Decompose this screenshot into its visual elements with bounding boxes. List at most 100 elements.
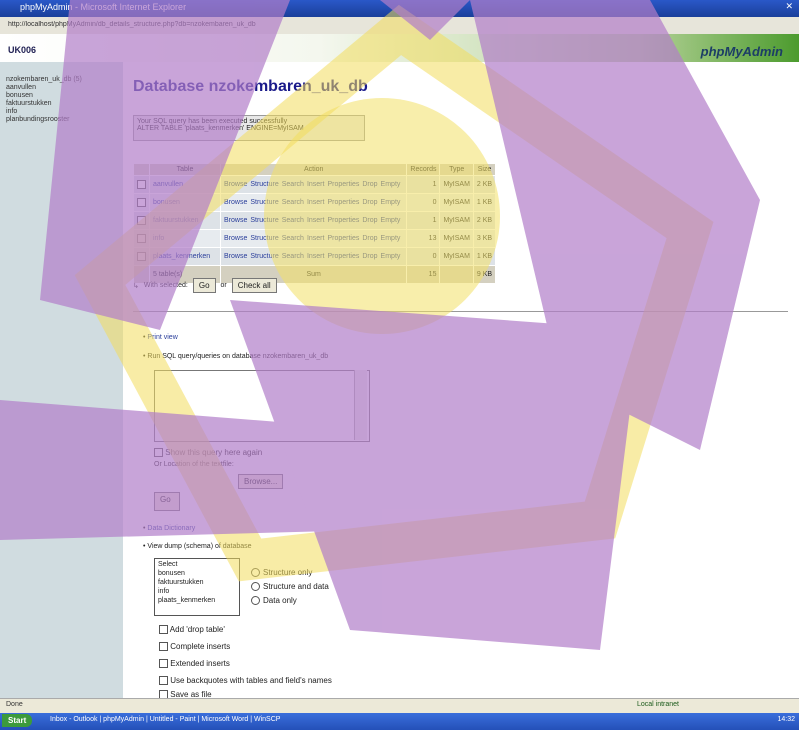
sidebar-item-aanvullen[interactable]: aanvullen — [6, 84, 123, 92]
show-query-option[interactable]: Show this query here again — [154, 448, 262, 458]
arrow-icon: ↳ — [133, 282, 139, 290]
row-checkbox[interactable] — [137, 198, 146, 207]
checkbox[interactable] — [159, 625, 168, 635]
checkbox[interactable] — [159, 659, 168, 669]
taskbar-items[interactable]: Inbox - Outlook | phpMyAdmin | Untitled … — [50, 716, 280, 723]
drop-link[interactable]: Drop — [362, 199, 377, 206]
browse-link[interactable]: Browse — [224, 199, 247, 206]
search-link[interactable]: Search — [282, 199, 304, 206]
row-checkbox[interactable] — [137, 234, 146, 243]
table-name-link[interactable]: bonusen — [149, 193, 221, 212]
sidebar-db-link[interactable]: nzokembaren_uk_db (5) — [6, 76, 123, 84]
structure-link[interactable]: Structure — [250, 199, 278, 206]
table-name-link[interactable]: faktuurstukken — [149, 211, 221, 230]
radio-data-only[interactable] — [251, 596, 260, 606]
export-label: View dump (schema) of database — [147, 543, 252, 550]
radio-structure-data[interactable] — [251, 582, 260, 592]
sidebar-item-bonusen[interactable]: bonusen — [6, 92, 123, 100]
drop-link[interactable]: Drop — [362, 181, 377, 188]
type-cell: MyISAM — [439, 211, 474, 230]
drop-link[interactable]: Drop — [362, 217, 377, 224]
data-dictionary-link[interactable]: Data Dictionary — [147, 525, 195, 532]
empty-link[interactable]: Empty — [381, 199, 401, 206]
empty-link[interactable]: Empty — [381, 235, 401, 242]
insert-link[interactable]: Insert — [307, 235, 325, 242]
select-option[interactable]: faktuurstukken — [158, 578, 236, 587]
export-structure-only[interactable]: Structure only — [251, 568, 313, 578]
sidebar-item-info[interactable]: info — [6, 108, 123, 116]
drop-link[interactable]: Drop — [362, 235, 377, 242]
select-option[interactable]: info — [158, 587, 236, 596]
checkbox[interactable] — [159, 642, 168, 652]
row-checkbox[interactable] — [137, 180, 146, 189]
table-name-link[interactable]: plaats_kenmerken — [149, 247, 221, 266]
status-text: Done — [6, 701, 23, 708]
insert-link[interactable]: Insert — [307, 253, 325, 260]
browse-link[interactable]: Browse — [224, 217, 247, 224]
properties-link[interactable]: Properties — [327, 217, 359, 224]
check-all-button[interactable]: Check all — [231, 278, 277, 293]
browse-link[interactable]: Browse — [224, 235, 247, 242]
sql-query-textarea[interactable] — [154, 370, 370, 442]
insert-link[interactable]: Insert — [307, 181, 325, 188]
browse-button[interactable]: Browse... — [238, 474, 284, 489]
option-backquotes[interactable]: Use backquotes with tables and field's n… — [159, 676, 332, 686]
structure-link[interactable]: Structure — [250, 217, 278, 224]
select-option[interactable]: Select — [158, 560, 236, 569]
drop-link[interactable]: Drop — [362, 253, 377, 260]
search-link[interactable]: Search — [282, 217, 304, 224]
address-bar[interactable]: http://localhost/phpMyAdmin/db_details_s… — [0, 17, 799, 35]
browse-link[interactable]: Browse — [224, 253, 247, 260]
row-checkbox[interactable] — [137, 252, 146, 261]
show-query-checkbox[interactable] — [154, 448, 163, 458]
size-cell: 2 KB — [472, 175, 497, 194]
row-actions: Browse Structure Search Insert Properties Dro… — [219, 211, 408, 230]
row-checkbox[interactable] — [137, 216, 146, 225]
address-url[interactable]: http://localhost/phpMyAdmin/db_details_s… — [8, 21, 788, 28]
structure-link[interactable]: Structure — [250, 253, 278, 260]
export-tables-select[interactable]: Select bonusen faktuurstukken info plaat… — [154, 558, 240, 616]
properties-link[interactable]: Properties — [327, 181, 359, 188]
option-drop-table[interactable]: Add 'drop table' — [159, 625, 225, 635]
select-option[interactable]: plaats_kenmerken — [158, 596, 236, 605]
table-name-link[interactable]: aanvullen — [149, 175, 221, 194]
browse-link[interactable]: Browse — [224, 181, 247, 188]
sql-go-button[interactable]: Go — [154, 492, 180, 511]
print-view-link[interactable]: Print view — [147, 334, 177, 341]
col-type: Type — [439, 163, 474, 176]
close-icon[interactable]: ✕ — [785, 1, 793, 12]
search-link[interactable]: Search — [282, 181, 304, 188]
properties-link[interactable]: Properties — [327, 199, 359, 206]
option-complete-inserts[interactable]: Complete inserts — [159, 642, 230, 652]
insert-link[interactable]: Insert — [307, 217, 325, 224]
checkbox[interactable] — [159, 676, 168, 686]
records-cell: 0 — [406, 193, 441, 212]
sidebar-item-plaats[interactable]: planbundingsrooster — [6, 116, 123, 124]
page-title: Database nzokembaren_uk_db — [133, 78, 368, 95]
insert-link[interactable]: Insert — [307, 199, 325, 206]
empty-link[interactable]: Empty — [381, 181, 401, 188]
radio-label: Structure only — [263, 568, 313, 577]
empty-link[interactable]: Empty — [381, 217, 401, 224]
export-data-only[interactable]: Data only — [251, 596, 297, 606]
radio-structure-only[interactable] — [251, 568, 260, 578]
sidebar-item-faktuurstukken[interactable]: faktuurstukken — [6, 100, 123, 108]
search-link[interactable]: Search — [282, 253, 304, 260]
run-sql-item: • Run SQL query/queries on database nzok… — [143, 353, 329, 360]
properties-link[interactable]: Properties — [327, 235, 359, 242]
start-button[interactable]: Start — [2, 714, 33, 727]
option-extended-inserts[interactable]: Extended inserts — [159, 659, 230, 669]
row-actions: Browse Structure Search Insert Properties Dro… — [219, 247, 408, 266]
structure-link[interactable]: Structure — [250, 181, 278, 188]
select-option[interactable]: bonusen — [158, 569, 236, 578]
search-link[interactable]: Search — [282, 235, 304, 242]
empty-link[interactable]: Empty — [381, 253, 401, 260]
textarea-scrollbar[interactable] — [354, 370, 367, 440]
structure-link[interactable]: Structure — [250, 235, 278, 242]
status-and-taskbar: Done Local intranet Start Inbox - Outloo… — [0, 698, 799, 730]
export-structure-data[interactable]: Structure and data — [251, 582, 329, 592]
window-title: phpMyAdmin - Microsoft Internet Explorer — [20, 2, 187, 12]
go-button[interactable]: Go — [192, 278, 216, 293]
properties-link[interactable]: Properties — [327, 253, 359, 260]
table-name-link[interactable]: info — [149, 229, 221, 248]
